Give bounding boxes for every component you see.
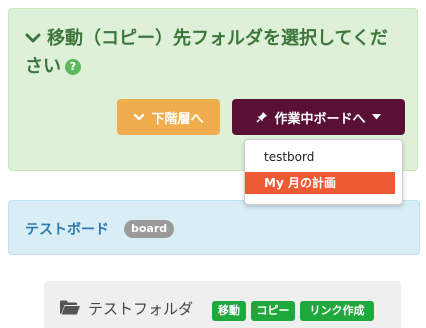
to-working-board-label: 作業中ボードへ [274,111,366,127]
chevron-down-icon [134,113,145,121]
folder-open-icon [60,300,80,315]
board-type-badge: board [124,220,175,238]
page-title: 移動（コピー）先フォルダを選択してください? [25,25,405,81]
dropdown-item-testbord[interactable]: testbord [245,146,402,168]
pin-icon [256,112,268,123]
board-row[interactable]: テストボード board [8,200,420,255]
help-icon[interactable]: ? [65,59,81,75]
down-level-label: 下階層へ [151,111,204,127]
down-level-button[interactable]: 下階層へ [117,99,220,135]
chevron-down-icon [25,33,41,43]
folder-name: テストフォルダ [88,300,194,318]
folder-row[interactable]: テストフォルダ 移動 コピー リンク作成 [44,281,401,328]
dropdown-item-my-plan[interactable]: My 月の計画 [245,172,395,194]
board-dropdown-menu: testbord My 月の計画 [244,139,403,205]
to-working-board-button[interactable]: 作業中ボードへ [232,99,405,135]
board-name-link[interactable]: テストボード [25,219,109,239]
copy-button[interactable]: コピー [251,301,295,321]
create-link-button[interactable]: リンク作成 [300,301,374,321]
caret-down-icon [371,114,381,120]
move-button[interactable]: 移動 [212,301,246,321]
